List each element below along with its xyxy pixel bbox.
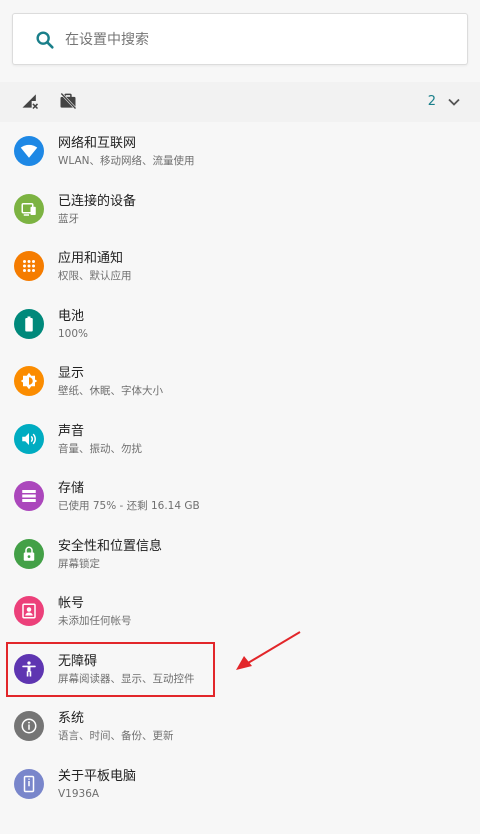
settings-item-title: 应用和通知: [58, 251, 124, 266]
settings-item-subtitle: 壁纸、休眠、字体大小: [58, 385, 163, 397]
settings-item-title: 存储: [58, 481, 85, 496]
wifi-icon: [14, 136, 44, 166]
no-signal-icon: [22, 94, 39, 110]
storage-icon: [14, 481, 44, 511]
settings-item-system[interactable]: 系统 语言、时间、备份、更新: [0, 697, 480, 755]
settings-item-security[interactable]: 安全性和位置信息 屏幕锁定: [0, 525, 480, 583]
settings-item-apps[interactable]: 应用和通知 权限、默认应用: [0, 237, 480, 295]
tablet-icon: [14, 768, 44, 799]
settings-item-display[interactable]: 显示 壁纸、休眠、字体大小: [0, 352, 480, 410]
settings-item-subtitle: 100%: [58, 327, 89, 340]
settings-item-title: 显示: [58, 366, 85, 381]
conditions-bar[interactable]: 2: [0, 82, 480, 122]
search-icon: [36, 31, 54, 49]
settings-item-title: 网络和互联网: [58, 136, 137, 151]
settings-item-subtitle: WLAN、移动网络、流量使用: [58, 155, 195, 167]
settings-item-storage[interactable]: 存储 已使用 75% - 还剩 16.14 GB: [0, 467, 480, 525]
settings-item-subtitle: 音量、振动、勿扰: [58, 442, 142, 455]
settings-item-network[interactable]: 网络和互联网 WLAN、移动网络、流量使用: [0, 122, 480, 180]
settings-item-about[interactable]: 关于平板电脑 V1936A: [0, 755, 480, 813]
settings-item-battery[interactable]: 电池 100%: [0, 295, 480, 353]
apps-icon: [14, 251, 44, 281]
lock-icon: [14, 538, 44, 569]
devices-icon: [14, 193, 44, 224]
settings-item-subtitle: 语言、时间、备份、更新: [58, 730, 174, 742]
volume-icon: [14, 423, 44, 454]
search-input[interactable]: 在设置中搜索: [12, 13, 468, 65]
account-icon: [14, 596, 44, 626]
settings-item-title: 安全性和位置信息: [58, 538, 163, 554]
settings-item-connected-devices[interactable]: 已连接的设备 蓝牙: [0, 180, 480, 238]
battery-icon: [14, 308, 44, 339]
work-off-icon: [60, 92, 77, 110]
brightness-icon: [14, 366, 44, 396]
settings-item-subtitle: 已使用 75% - 还剩 16.14 GB: [58, 500, 200, 512]
red-arrow-annotation: [236, 631, 301, 670]
settings-item-subtitle: 蓝牙: [58, 212, 79, 225]
settings-item-title: 电池: [58, 308, 85, 324]
settings-item-title: 关于平板电脑: [58, 768, 137, 784]
search-area: 在设置中搜索: [0, 0, 480, 82]
settings-item-sound[interactable]: 声音 音量、振动、勿扰: [0, 410, 480, 468]
conditions-count: 2: [427, 94, 436, 109]
highlight-annotation: [6, 642, 215, 697]
chevron-down-icon[interactable]: [444, 92, 464, 112]
settings-item-title: 已连接的设备: [58, 193, 137, 209]
settings-item-title: 帐号: [58, 596, 85, 611]
settings-item-subtitle: 权限、默认应用: [58, 270, 132, 282]
settings-list: 网络和互联网 WLAN、移动网络、流量使用 已连接的设备 蓝牙 应用和通知 权限…: [0, 122, 480, 812]
settings-item-subtitle: 屏幕锁定: [58, 557, 100, 570]
info-icon: [14, 711, 44, 741]
settings-item-title: 系统: [58, 711, 85, 726]
settings-item-subtitle: V1936A: [58, 787, 100, 800]
settings-item-subtitle: 未添加任何帐号: [58, 615, 132, 627]
search-placeholder: 在设置中搜索: [65, 32, 149, 48]
settings-item-title: 声音: [58, 423, 85, 439]
